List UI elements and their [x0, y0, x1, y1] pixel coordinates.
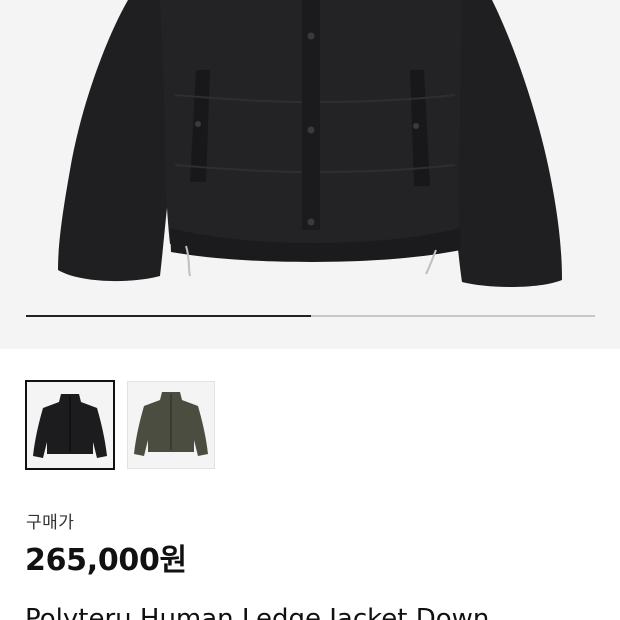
black-jacket-image — [33, 394, 107, 458]
price-value: 265,000원 — [25, 543, 187, 578]
khaki-jacket-image — [134, 392, 208, 456]
black-jacket-thumbnail[interactable] — [25, 380, 115, 470]
image-progress-indicator — [26, 315, 311, 317]
image-progress-bar — [26, 315, 595, 317]
black-puffer-jacket-image — [58, 0, 562, 288]
khaki-jacket-thumbnail[interactable] — [127, 381, 215, 469]
product-name: Polyteru Human Ledge Jacket Down — [25, 604, 490, 620]
product-detail-page: 구매가 265,000원 Polyteru Human Ledge Jacket… — [0, 0, 620, 620]
product-image-carousel[interactable] — [0, 0, 620, 349]
price-label: 구매가 — [26, 513, 75, 533]
thumbnail-list — [25, 380, 215, 470]
